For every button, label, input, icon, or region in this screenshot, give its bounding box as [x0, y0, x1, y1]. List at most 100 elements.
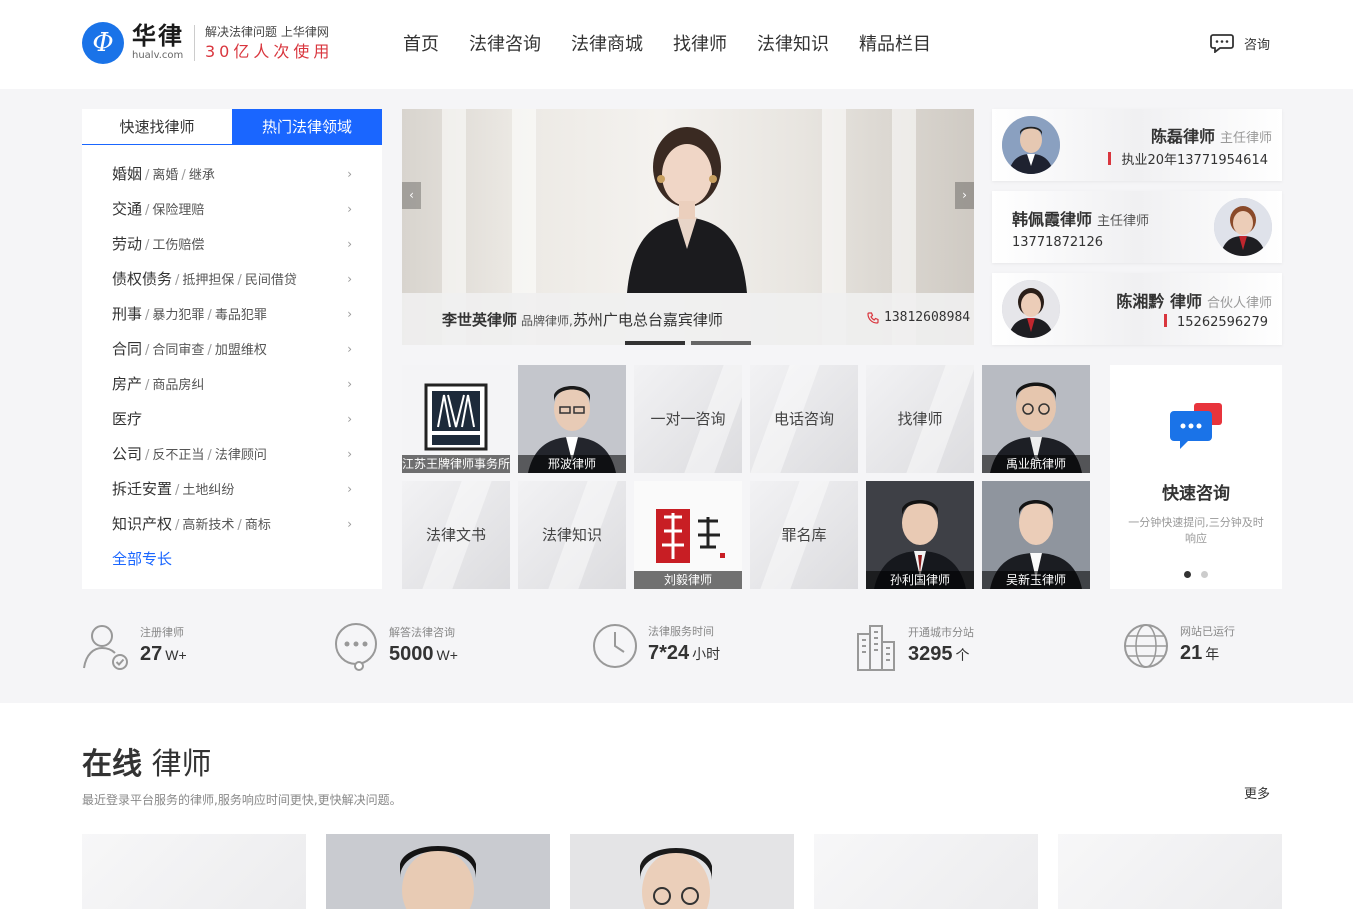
stat-unit: 个 [955, 646, 970, 663]
tile-caption: 江苏王牌律师事务所 [402, 455, 510, 473]
carousel-dot[interactable] [1201, 571, 1208, 578]
category-item[interactable]: 房产 / 商品房纠 › [82, 367, 382, 402]
category-separator: / [207, 343, 212, 358]
nav-legal-consult[interactable]: 法律咨询 [469, 33, 541, 57]
category-item[interactable]: 交通 / 保险理赔 › [82, 192, 382, 227]
tile-law-firm[interactable]: 江苏王牌律师事务所 [402, 365, 510, 473]
category-sub-label[interactable]: 保险理赔 [152, 203, 204, 218]
lawyer-photo [640, 848, 712, 909]
tile-one-on-one-consult[interactable]: 一对一咨询 [634, 365, 742, 473]
tile-legal-knowledge[interactable]: 法律知识 [518, 481, 626, 589]
banner-prev-button[interactable]: ‹ [402, 182, 421, 209]
more-link[interactable]: 更多 [1244, 783, 1270, 802]
category-separator: / [145, 308, 150, 323]
tile-crime-library[interactable]: 罪名库 [750, 481, 858, 589]
stat-value: 3295 [908, 642, 953, 665]
site-header: Φ 华律 hualv.com 解决法律问题 上华律网 30亿人次使用 首页 法律… [0, 0, 1353, 89]
banner-phone-number: 13812608984 [884, 310, 971, 325]
category-separator: / [145, 238, 150, 253]
category-sub-label[interactable]: 工伤赔偿 [152, 238, 204, 253]
category-sub-label[interactable]: 加盟维权 [215, 343, 267, 358]
online-lawyer-card[interactable] [82, 834, 306, 909]
logo-domain: hualv.com [132, 50, 184, 61]
category-sub-label[interactable]: 反不正当 [152, 448, 204, 463]
side-lawyer-card[interactable]: 陈磊律师 主任律师 执业20年13771954614 [992, 109, 1282, 181]
site-logo[interactable]: Φ 华律 hualv.com 解决法律问题 上华律网 30亿人次使用 [82, 22, 333, 64]
banner-dot[interactable] [625, 341, 685, 345]
banner-next-button[interactable]: › [955, 182, 974, 209]
tab-hot-fields[interactable]: 热门法律领域 [232, 109, 382, 144]
nav-legal-knowledge[interactable]: 法律知识 [757, 33, 829, 57]
chat-icon [1210, 34, 1234, 53]
category-item[interactable]: 婚姻 / 离婚 / 继承 › [82, 157, 382, 192]
globe-icon [1124, 624, 1168, 668]
online-lawyer-card[interactable] [814, 834, 1038, 909]
category-main-label: 知识产权 [112, 515, 173, 533]
chevron-right-icon: › [347, 412, 352, 426]
side-lawyer-name: 韩佩霞律师 [1012, 210, 1093, 229]
category-sub-label[interactable]: 抵押担保 [182, 273, 234, 288]
category-separator: / [207, 308, 212, 323]
category-item[interactable]: 合同 / 合同审查 / 加盟维权 › [82, 332, 382, 367]
header-consult-button[interactable]: 咨询 [1210, 33, 1270, 53]
category-item[interactable]: 公司 / 反不正当 / 法律顾问 › [82, 437, 382, 472]
chevron-right-icon: › [347, 377, 352, 391]
tile-label: 找律师 [897, 410, 943, 428]
category-separator: / [145, 343, 150, 358]
online-lawyer-card[interactable] [570, 834, 794, 909]
category-sub-label[interactable]: 法律顾问 [215, 448, 267, 463]
category-sub-label[interactable]: 毒品犯罪 [215, 308, 267, 323]
online-lawyer-card[interactable] [1058, 834, 1282, 909]
tile-caption: 邢波律师 [518, 455, 626, 473]
tile-caption: 吴新玉律师 [982, 571, 1090, 589]
tile-lawyer[interactable]: 刘毅律师 [634, 481, 742, 589]
online-lawyers-section: 在线 律师 最近登录平台服务的律师,服务响应时间更快,更快解决问题。 更多 [0, 703, 1353, 909]
category-sub-label[interactable]: 暴力犯罪 [152, 308, 204, 323]
tab-quick-find[interactable]: 快速找律师 [82, 109, 232, 144]
category-separator: / [237, 273, 242, 288]
side-lawyer-name: 陈湘黔 律师 [1116, 292, 1202, 311]
tile-lawyer[interactable]: 吴新玉律师 [982, 481, 1090, 589]
category-item[interactable]: 刑事 / 暴力犯罪 / 毒品犯罪 › [82, 297, 382, 332]
online-lawyer-card[interactable] [326, 834, 550, 909]
category-item[interactable]: 拆迁安置 / 土地纠纷 › [82, 472, 382, 507]
banner-lawyer-photo [627, 127, 747, 293]
hero-banner[interactable]: ‹ › 李世英律师 品牌律师,苏州广电总台嘉宾律师 13812608984 [402, 109, 974, 345]
banner-lawyer-title: 品牌律师, [521, 314, 573, 328]
tile-lawyer[interactable]: 邢波律师 [518, 365, 626, 473]
category-sub-label[interactable]: 商品房纠 [152, 378, 204, 393]
nav-find-lawyer[interactable]: 找律师 [673, 33, 727, 57]
clock-icon [593, 624, 637, 668]
nav-legal-mall[interactable]: 法律商城 [571, 33, 643, 57]
category-item[interactable]: 医疗 › [82, 402, 382, 437]
category-sub-label[interactable]: 继承 [189, 168, 215, 183]
nav-home[interactable]: 首页 [403, 33, 439, 57]
quick-consult-box[interactable]: 快速咨询 一分钟快速提问,三分钟及时响应 [1110, 365, 1282, 589]
side-lawyer-card[interactable]: 韩佩霞律师 主任律师 13771872126 [992, 191, 1282, 263]
tile-phone-consult[interactable]: 电话咨询 [750, 365, 858, 473]
category-sub-label[interactable]: 土地纠纷 [182, 483, 234, 498]
category-sub-label[interactable]: 商标 [245, 518, 271, 533]
chevron-right-icon: › [347, 167, 352, 181]
stat-unit: 小时 [692, 645, 721, 662]
category-item[interactable]: 劳动 / 工伤赔偿 › [82, 227, 382, 262]
all-specialties-link[interactable]: 全部专长 [82, 542, 382, 577]
tile-find-lawyer[interactable]: 找律师 [866, 365, 974, 473]
section-title: 在线 律师 [82, 747, 212, 782]
banner-dot[interactable] [691, 341, 751, 345]
tile-lawyer[interactable]: 禹业航律师 [982, 365, 1090, 473]
category-item[interactable]: 知识产权 / 高新技术 / 商标 › [82, 507, 382, 542]
tile-legal-documents[interactable]: 法律文书 [402, 481, 510, 589]
chevron-right-icon: › [347, 272, 352, 286]
category-item[interactable]: 债权债务 / 抵押担保 / 民间借贷 › [82, 262, 382, 297]
category-sub-label[interactable]: 民间借贷 [245, 273, 297, 288]
carousel-dot[interactable] [1184, 571, 1191, 578]
category-sub-label[interactable]: 离婚 [152, 168, 178, 183]
nav-featured[interactable]: 精品栏目 [859, 33, 931, 57]
category-sub-label[interactable]: 高新技术 [182, 518, 234, 533]
tile-lawyer[interactable]: 孙利国律师 [866, 481, 974, 589]
side-lawyer-card[interactable]: 陈湘黔 律师 合伙人律师 15262596279 [992, 273, 1282, 345]
tile-label: 电话咨询 [773, 410, 834, 428]
logo-name: 华律 [132, 22, 184, 50]
category-sub-label[interactable]: 合同审查 [152, 343, 204, 358]
